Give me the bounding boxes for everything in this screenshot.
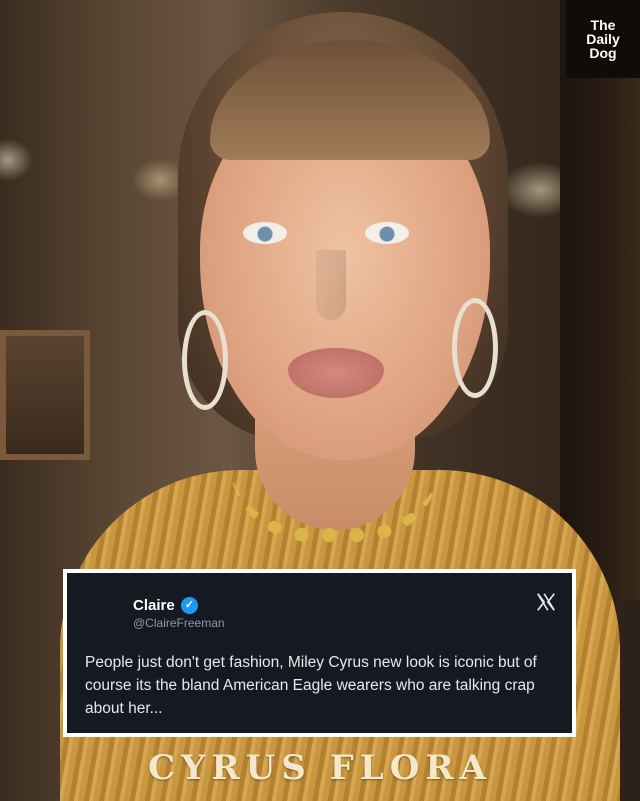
left-hoop-earring (182, 310, 228, 410)
tweet-display-name[interactable]: Claire (133, 597, 175, 614)
photo-overlay-text: CYRUS FLORA (148, 748, 492, 788)
logo-line-3: Dog (589, 45, 617, 61)
verified-badge-icon: ✓ (181, 597, 198, 614)
wall-frame (0, 330, 90, 460)
left-eye (243, 222, 287, 244)
logo-line-2: Daily (586, 31, 620, 47)
logo-line-1: The (590, 17, 616, 33)
tweet-handle[interactable]: @ClaireFreeman (133, 616, 225, 630)
x-icon-svg (537, 593, 555, 611)
background-panel (560, 0, 640, 600)
x-icon (535, 591, 557, 613)
right-eye (365, 222, 409, 244)
tweet-card: Claire ✓ @ClaireFreeman People just don'… (63, 569, 576, 737)
tweet-body-text: People just don't get fashion, Miley Cyr… (85, 654, 537, 717)
nose (316, 250, 346, 320)
right-hoop-earring (452, 298, 498, 398)
publisher-logo: The Daily Dog (566, 0, 640, 78)
